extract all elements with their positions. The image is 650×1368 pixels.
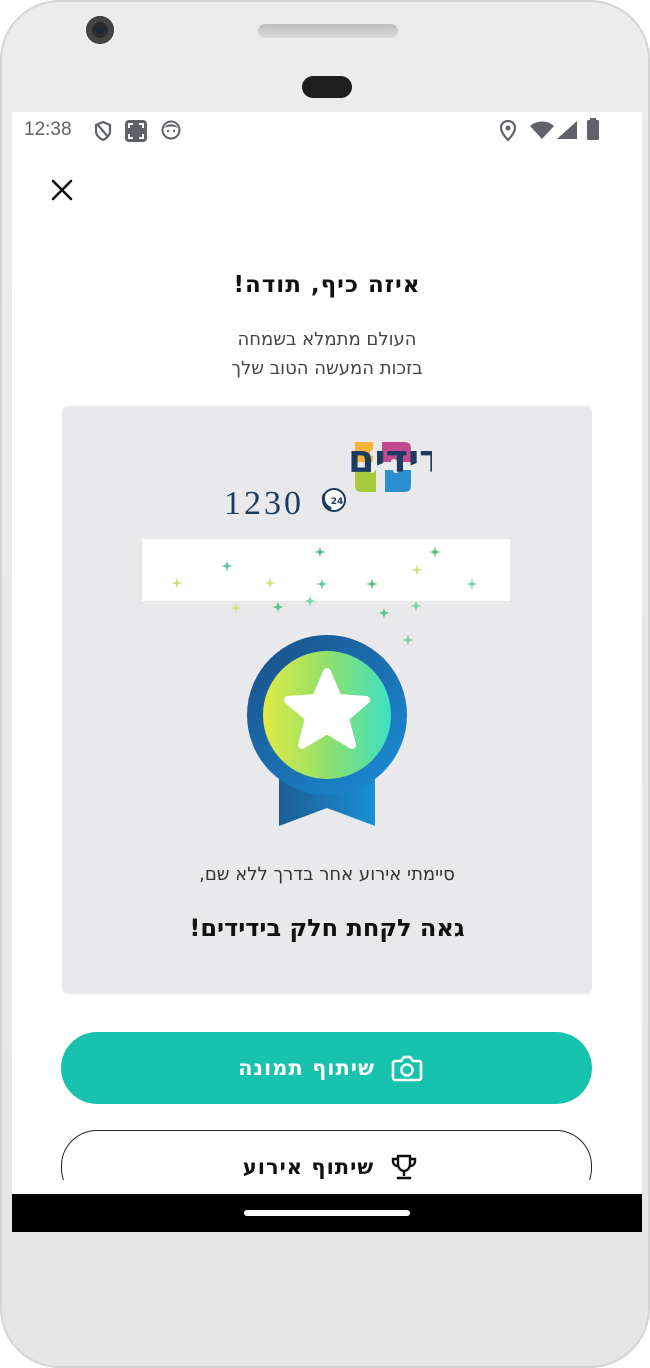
card-message-line-1: סיימתי אירוע אחר בדרך ללא שם,: [199, 864, 455, 885]
system-navigation-bar: [12, 1194, 642, 1232]
page-subtitle: העולם מתמלא בשמחה בזכות המעשה הטוב שלך: [12, 325, 642, 383]
phone-frame: 12:38 איזה כיף, תודה! העולם מתמלא בשמחה …: [0, 0, 650, 1368]
subtitle-line-2: בזכות המעשה הטוב שלך: [231, 358, 423, 379]
proximity-sensor: [302, 76, 352, 98]
page-title: איזה כיף, תודה!: [233, 272, 421, 298]
assistant-face-icon: [161, 120, 181, 140]
yedidim-logo: ידידים 24 1230: [224, 438, 432, 518]
logo-number: 1230: [224, 485, 304, 518]
card-message-line-2: גאה לקחת חלק בידידים!: [189, 914, 465, 942]
home-gesture-handle[interactable]: [244, 1210, 410, 1216]
logo-badge-number: 24: [331, 497, 344, 507]
app-screen: 12:38 איזה כיף, תודה! העולם מתמלא בשמחה …: [12, 112, 642, 1232]
camera-icon: [391, 1055, 423, 1082]
close-icon[interactable]: [48, 176, 76, 204]
front-camera: [86, 16, 114, 44]
battery-icon: [587, 118, 599, 140]
achievement-medal-icon: [247, 635, 407, 826]
share-photo-button[interactable]: שיתוף תמונה: [61, 1032, 592, 1104]
earpiece-speaker: [258, 24, 398, 38]
logo-wordmark: ידידים: [348, 438, 432, 481]
trophy-icon: [392, 1154, 417, 1180]
share-event-label: שיתוף אירוע: [242, 1155, 375, 1179]
cellular-signal-icon: [557, 121, 577, 139]
status-bar: 12:38: [12, 112, 642, 152]
screenshot-icon: [125, 120, 147, 142]
share-photo-label: שיתוף תמונה: [238, 1056, 375, 1080]
subtitle-line-1: העולם מתמלא בשמחה: [237, 329, 417, 350]
location-icon: [500, 120, 516, 142]
shield-icon: [94, 121, 112, 141]
wifi-icon: [530, 121, 554, 139]
status-time: 12:38: [24, 119, 72, 140]
